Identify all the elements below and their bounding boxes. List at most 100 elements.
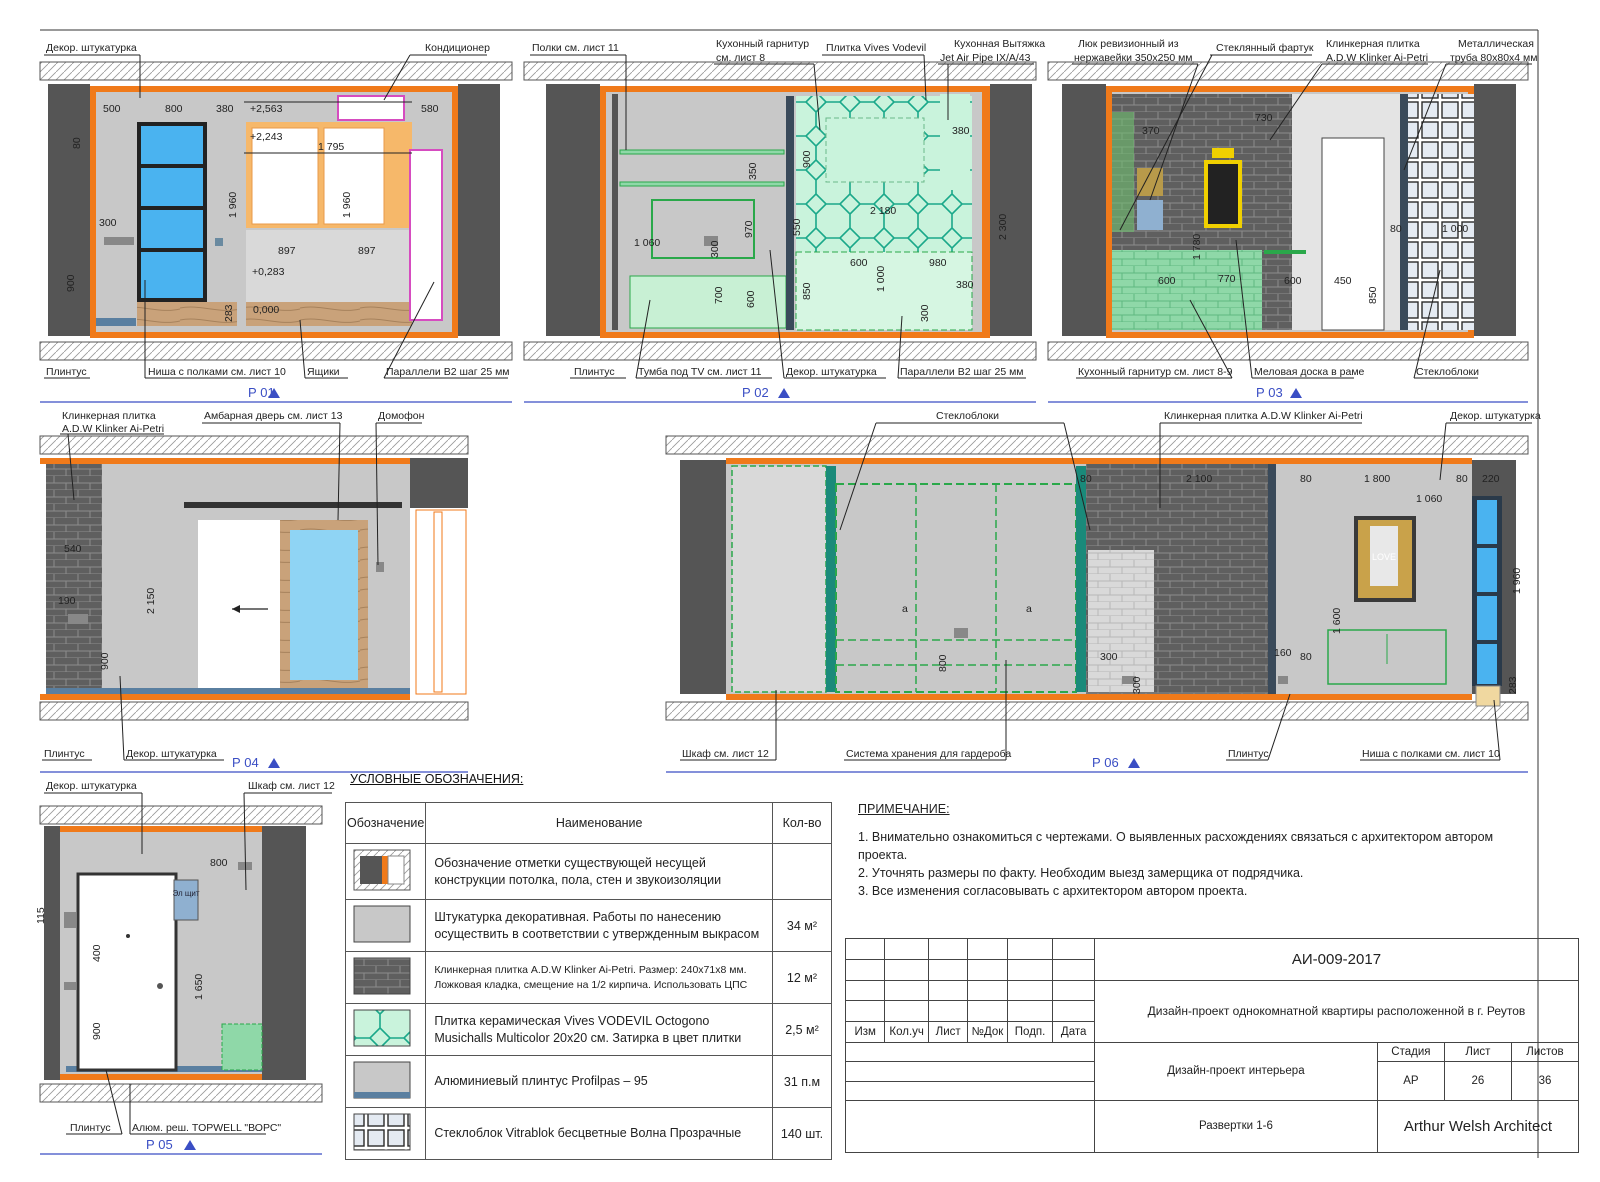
label-p05-t2: Шкаф см. лист 12 xyxy=(248,780,335,792)
legend-qty: 31 п.м xyxy=(772,1055,832,1108)
title-p06: Р 06 xyxy=(1092,755,1119,770)
label-p04-b1: Плинтус xyxy=(44,748,85,760)
legend-name: Штукатурка декоративная. Работы по нанес… xyxy=(425,899,773,952)
dim-p02-11: 1 000 xyxy=(875,266,887,292)
label-p04-t3: Домофон xyxy=(378,410,425,422)
view-p06: LOVE Стеклоблоки Клинкерная плитка A.D.W… xyxy=(665,410,1541,773)
label-p03-b2: Меловая доска в раме xyxy=(1254,366,1365,378)
label-p04-b2: Декор. штукатурка xyxy=(126,748,217,760)
stage-value: АР xyxy=(1376,1060,1445,1101)
title-p02: Р 02 xyxy=(742,385,769,400)
legend-name: Обозначение отметки существующей несущей… xyxy=(425,843,773,900)
dim-p06-15: 1 960 xyxy=(1511,568,1523,594)
poster-text: LOVE xyxy=(1372,552,1396,562)
view-p02: Полки см. лист 11 Кухонный гарнитур см. … xyxy=(523,38,1045,403)
label-p01-top-right: Кондиционер xyxy=(425,42,490,54)
legend-title: УСЛОВНЫЕ ОБОЗНАЧЕНИЯ: xyxy=(350,772,524,786)
dim-p01-11: 897 xyxy=(278,245,296,257)
note-item: 1. Внимательно ознакомиться с чертежами.… xyxy=(858,830,1494,862)
legend-qty: 12 м² xyxy=(772,951,832,1004)
label-p05-t1: Декор. штукатурка xyxy=(46,780,137,792)
dim-p03-3: 600 xyxy=(1158,275,1176,287)
label-p01-top-left: Декор. штукатурка xyxy=(46,42,137,54)
title-block: АИ-009-2017 Дизайн-проект однокомнатной … xyxy=(844,938,1580,1154)
firm-name: Arthur Welsh Architect xyxy=(1376,1099,1580,1154)
dim-p06-16: 283 xyxy=(1507,676,1519,694)
dim-p03-9: 1 000 xyxy=(1442,223,1468,235)
label-p03-t4b: труба 80x80x4 мм xyxy=(1450,52,1537,64)
label-p02-b1: Плинтус xyxy=(574,366,615,378)
dim-p01-6: 1 795 xyxy=(318,141,344,153)
legend-name: Стеклоблок Vitrablok бесцветные Волна Пр… xyxy=(425,1107,773,1160)
notes: ПРИМЕЧАНИЕ: 1. Внимательно ознакомиться … xyxy=(858,800,1538,900)
swatch-plaster xyxy=(344,899,427,952)
label-p02-t1: Полки см. лист 11 xyxy=(532,42,619,54)
dim-p04-0: 540 xyxy=(64,543,82,555)
panel-label: Эл щит xyxy=(172,889,199,898)
label-p06-t3: Декор. штукатурка xyxy=(1450,410,1541,422)
col-data: Дата xyxy=(1052,1021,1095,1043)
label-p05-b1: Плинтус xyxy=(70,1122,111,1134)
dim-p06-13: 160 xyxy=(1274,647,1292,659)
dim-p06-4: 80 xyxy=(1456,473,1468,485)
dim-p03-4: 770 xyxy=(1218,273,1236,285)
label-p05-b2: Алюм. реш. TOPWELL "ВОРС" xyxy=(132,1122,281,1134)
stage-header: Стадия xyxy=(1376,1041,1445,1062)
doc-code: АИ-009-2017 xyxy=(1093,938,1580,981)
dim-p02-16: 300 xyxy=(919,304,931,322)
label-p01-b1: Плинтус xyxy=(46,366,87,378)
dim-p01-8: 1 960 xyxy=(227,192,239,218)
swatch-skirting xyxy=(344,1055,427,1108)
label-p03-t4: Металлическая xyxy=(1458,38,1534,50)
dim-p06-14: 80 xyxy=(1300,651,1312,663)
dim-p05-3: 900 xyxy=(91,1022,103,1040)
label-p02-t4: Кухонная Вытяжка xyxy=(954,38,1045,50)
label-p06-b1: Шкаф см. лист 12 xyxy=(682,748,769,760)
label-p02-t2: Кухонный гарнитур xyxy=(716,38,809,50)
dim-p04-2: 900 xyxy=(99,652,111,670)
legend-qty: 34 м² xyxy=(772,899,832,952)
dim-p01-13: +0,283 xyxy=(252,266,285,278)
dim-p05-0: 800 xyxy=(210,857,228,869)
dim-p01-12: 897 xyxy=(358,245,376,257)
dim-p03-2: 1 780 xyxy=(1191,234,1203,260)
label-p04-t1b: A.D.W Klinker Ai-Petri xyxy=(62,423,164,435)
swatch-octagon-tile xyxy=(344,1003,427,1056)
dim-p03-1: 730 xyxy=(1255,112,1273,124)
legend-name: Плитка керамическая Vives VODEVIL Octogo… xyxy=(425,1003,773,1056)
dim-p06-1: 2 100 xyxy=(1186,473,1212,485)
legend-row: Алюминиевый плинтус Profilpas – 95 31 п.… xyxy=(344,1055,832,1108)
col-izm: Изм xyxy=(844,1021,886,1043)
dim-p02-5: 550 xyxy=(791,218,803,236)
sheets-header: Листов xyxy=(1510,1041,1580,1062)
dim-p02-14: 600 xyxy=(745,290,757,308)
label-p02-b4: Параллели B2 шаг 25 мм xyxy=(900,366,1024,378)
dim-p01-0: 500 xyxy=(103,103,121,115)
dim-p02-0: 350 xyxy=(747,162,759,180)
sheet-header: Лист xyxy=(1443,1041,1512,1062)
dim-p01-15: 900 xyxy=(65,274,77,292)
legend-name: Алюминиевый плинтус Profilpas – 95 xyxy=(425,1055,773,1108)
note-item: 2. Уточнять размеры по факту. Необходим … xyxy=(858,866,1304,880)
view-p04: Клинкерная плитка A.D.W Klinker Ai-Petri… xyxy=(39,410,469,773)
dim-p06-8: a xyxy=(1026,603,1032,615)
label-p02-b3: Декор. штукатурка xyxy=(786,366,877,378)
label-p02-t4b: Jet Air Pipe IX/A/43 xyxy=(940,52,1031,64)
dim-p03-5: 600 xyxy=(1284,275,1302,287)
dim-p02-7: 2 300 xyxy=(997,214,1009,240)
legend-row: Обозначение отметки существующей несущей… xyxy=(344,843,832,900)
label-p06-b4: Ниша с полками см. лист 10 xyxy=(1362,748,1500,760)
swatch-structure xyxy=(344,843,427,900)
dim-p02-15: 850 xyxy=(801,282,813,300)
dim-p01-3: +2,563 xyxy=(250,103,283,115)
dim-p04-1: 190 xyxy=(58,595,76,607)
dim-p06-2: 80 xyxy=(1300,473,1312,485)
legend-qty xyxy=(772,843,832,900)
label-p03-t3b: A.D.W Klinker Ai-Petri xyxy=(1326,52,1428,64)
legend-header-symbol: Обозначение xyxy=(344,802,427,844)
dim-p05-1: 115 xyxy=(35,907,47,924)
legend-row: Клинкерная плитка A.D.W Klinker Ai-Petri… xyxy=(344,951,832,1004)
section-name: Дизайн-проект интерьера xyxy=(1093,1041,1378,1101)
dim-p06-9: 800 xyxy=(937,654,949,672)
dim-p02-10: 980 xyxy=(929,257,947,269)
